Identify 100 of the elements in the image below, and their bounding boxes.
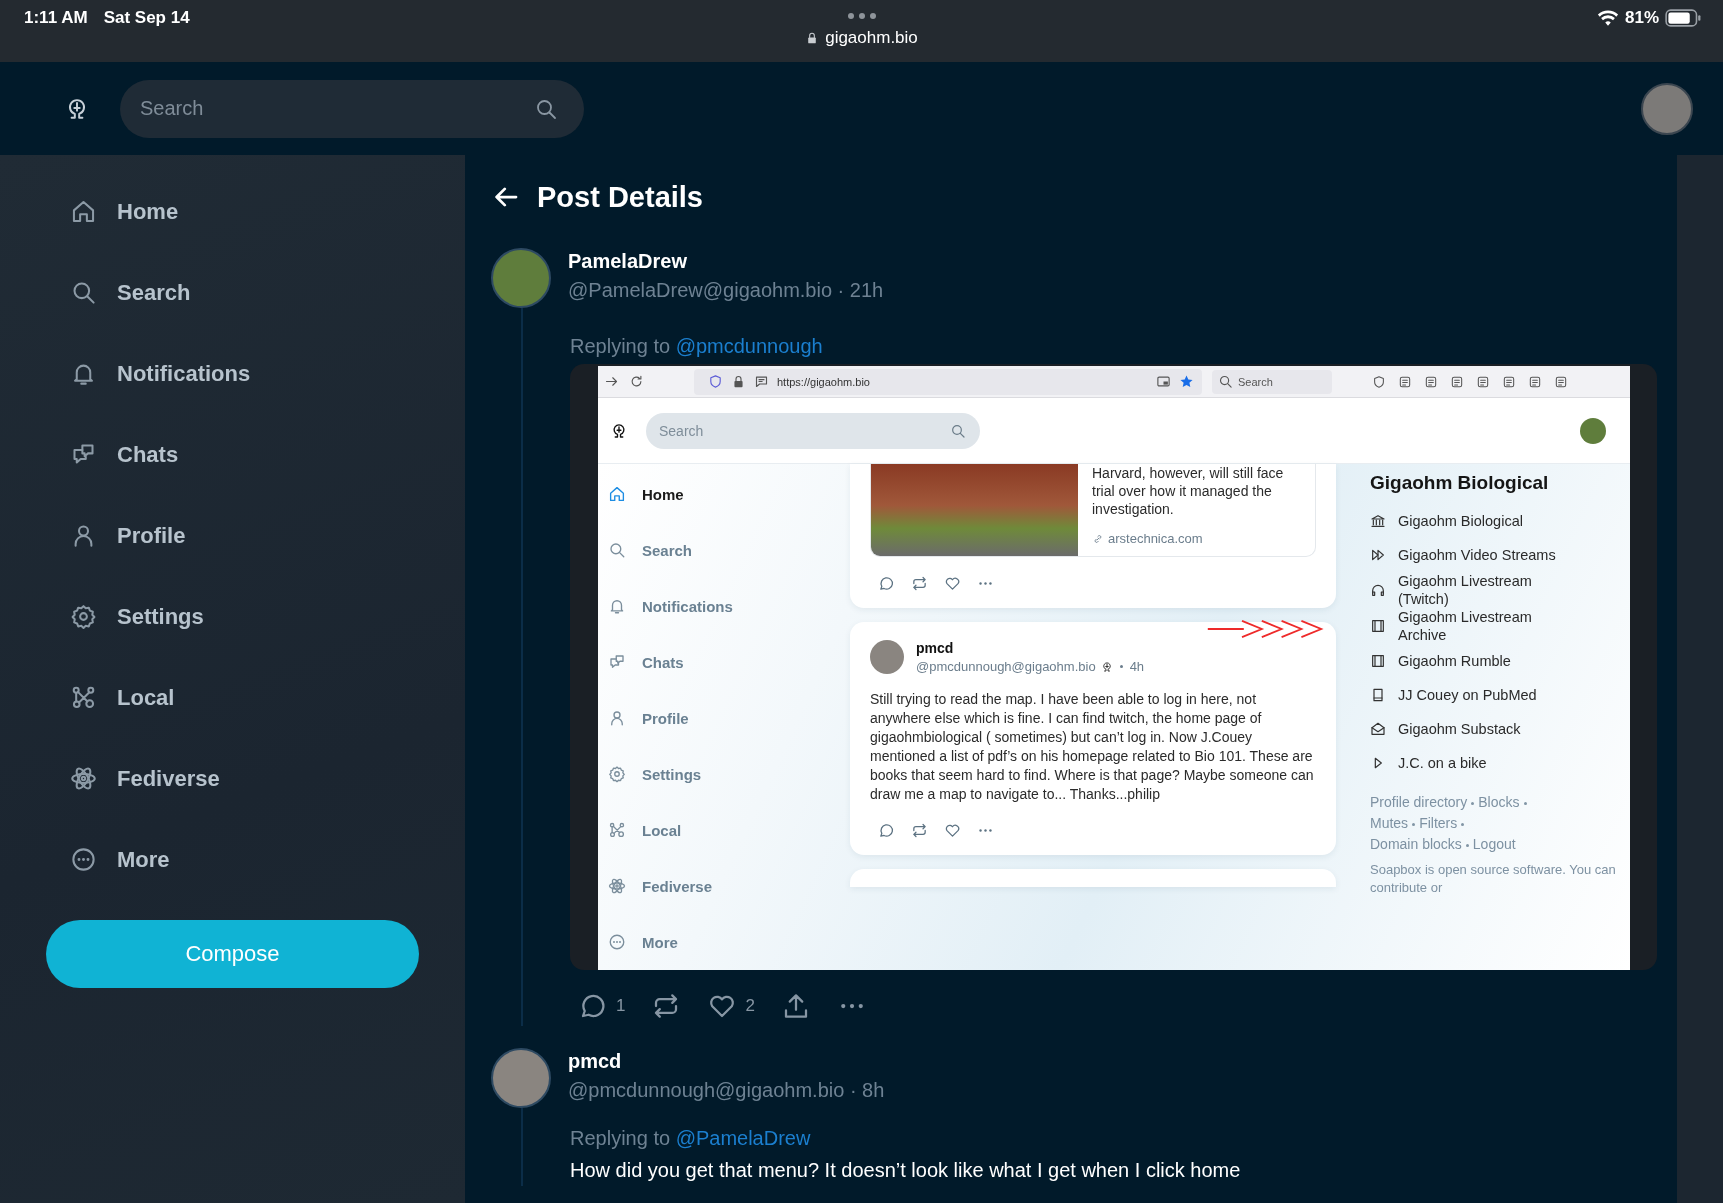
bank-icon <box>1370 513 1386 529</box>
browser-search-field[interactable]: Search <box>1212 369 1332 394</box>
extension-icon[interactable] <box>1450 374 1464 389</box>
nodes-icon <box>70 684 97 711</box>
extension-icon[interactable] <box>1528 374 1542 389</box>
wifi-icon <box>1596 9 1619 27</box>
avatar[interactable] <box>491 248 551 308</box>
atom-icon <box>608 877 626 895</box>
shield-icon[interactable] <box>1372 374 1386 389</box>
book-icon <box>1370 687 1386 703</box>
nodes-icon <box>608 821 626 839</box>
avatar[interactable] <box>1641 82 1693 135</box>
clock-time: 1:11 AM <box>24 8 88 28</box>
nav-item[interactable]: Local <box>598 802 850 858</box>
panel-title: Gigaohm Biological <box>1370 472 1550 494</box>
panel-link[interactable]: Gigaohm Substack <box>1370 712 1620 746</box>
more-icon <box>608 933 626 951</box>
nav-item[interactable]: Notifications <box>598 578 850 634</box>
panel-link[interactable]: Gigaohm Video Streams <box>1370 538 1620 572</box>
lock-icon <box>731 374 746 389</box>
repost-icon[interactable] <box>911 575 928 592</box>
battery-percent: 81% <box>1624 8 1659 28</box>
extension-icon[interactable] <box>1502 374 1516 389</box>
more-icon <box>70 846 97 873</box>
nav-item[interactable]: More <box>598 914 850 970</box>
mention-link[interactable]: @pmcdunnough <box>675 335 823 357</box>
nav-item[interactable]: Fediverse <box>0 738 465 819</box>
address-bar[interactable]: https://gigaohm.bio <box>694 368 1202 395</box>
display-name[interactable]: pmcd <box>916 640 1145 656</box>
home-icon <box>608 485 626 503</box>
nav-item[interactable]: More <box>0 819 465 900</box>
panel-link[interactable]: Gigaohm Livestream Archive <box>1370 608 1620 644</box>
extension-icon[interactable] <box>1424 374 1438 389</box>
nav-item[interactable]: Search <box>598 522 850 578</box>
link-source[interactable]: arstechnica.com <box>1092 531 1305 546</box>
reader-icon <box>754 374 769 389</box>
panel-link[interactable]: J.C. on a bike <box>1370 746 1620 780</box>
panel-link[interactable]: Gigaohm Rumble <box>1370 644 1620 678</box>
mention-link[interactable]: @PamelaDrew <box>675 1127 811 1149</box>
display-name[interactable]: pmcd <box>568 1050 885 1073</box>
avatar[interactable] <box>870 640 904 674</box>
post-text: Still trying to read the map. I have been able to log in here, not anywhere else which is fine. I can find twitch, the home page of gigaohmbiological ( sometimes) but can’t log in. Now J.Couey mentioned a list of pdf’s on his homepage related to Bio 101. These are books that seem hard to find. Where is that page? Maybe someone can draw me a map to navigate to... Thanks...philip <box>870 690 1315 804</box>
nav-item[interactable]: Profile <box>598 690 850 746</box>
nav-item[interactable]: Fediverse <box>598 858 850 914</box>
link-description: Harvard, however, will still face trial over how it managed the investigation. <box>1092 464 1285 518</box>
repost-icon[interactable] <box>911 822 928 839</box>
search-field[interactable]: Search <box>120 79 584 138</box>
username[interactable]: @pmcdunnough@gigaohm.bio · 8h <box>568 1079 885 1102</box>
logo-icon <box>1100 659 1113 674</box>
panel-link[interactable]: Gigaohm Livestream (Twitch) <box>1370 572 1620 608</box>
chat-bubbles-icon <box>608 653 626 671</box>
nav-item[interactable]: Settings <box>0 576 465 657</box>
username[interactable]: @pmcdunnough@gigaohm.bio <box>916 659 1096 674</box>
panel-link[interactable]: Gigaohm Biological <box>1370 504 1620 538</box>
home-icon <box>70 198 97 225</box>
atom-icon <box>70 765 97 792</box>
more-icon[interactable] <box>846 12 877 20</box>
picture-in-picture-icon <box>1156 374 1171 389</box>
nav-item[interactable]: Notifications <box>0 333 465 414</box>
replying-to-text: Replying to @PamelaDrew <box>570 1126 812 1150</box>
link-icon <box>1092 532 1104 545</box>
extension-icon[interactable] <box>1476 374 1490 389</box>
nav-item[interactable]: Chats <box>598 634 850 690</box>
extension-icon[interactable] <box>1398 374 1412 389</box>
comment-icon[interactable] <box>878 575 895 592</box>
reload-icon[interactable] <box>629 374 644 389</box>
nav-item[interactable]: Chats <box>0 414 465 495</box>
search-icon <box>608 541 626 559</box>
panel-link[interactable]: JJ Couey on PubMed <box>1370 678 1620 712</box>
display-name[interactable]: PamelaDrew <box>568 250 884 273</box>
settings-icon <box>70 603 97 630</box>
post-text: How did you get that menu? It doesn’t look like what I get when I click home <box>570 1158 1242 1182</box>
action-button[interactable]: 2 <box>707 991 755 1021</box>
envelope-icon <box>1370 721 1386 737</box>
footer-note: Soapbox is open source software. You can contribute or <box>1370 861 1617 897</box>
address-text[interactable]: gigaohm.bio <box>825 28 918 48</box>
battery-icon <box>1665 9 1701 27</box>
nav-item[interactable]: Search <box>0 252 465 333</box>
action-button[interactable]: 1 <box>578 991 626 1021</box>
comment-icon[interactable] <box>878 822 895 839</box>
shield-icon <box>708 374 723 389</box>
post-time: 4h <box>1129 659 1145 674</box>
nav-item[interactable]: Home <box>0 171 465 252</box>
heart-icon[interactable] <box>944 822 961 839</box>
extension-icon[interactable] <box>1554 374 1568 389</box>
nav-item[interactable]: Local <box>0 657 465 738</box>
nav-item[interactable]: Home <box>598 466 850 522</box>
link-preview-card[interactable]: Harvard, however, will still face trial over how it managed the investigation. arstechnica.com <box>870 464 1316 557</box>
settings-icon <box>608 765 626 783</box>
search-icon <box>1218 374 1233 389</box>
nav-item[interactable]: Settings <box>598 746 850 802</box>
heart-icon[interactable] <box>944 575 961 592</box>
forward-arrow-icon[interactable] <box>604 374 619 389</box>
date-text: Sat Sep 14 <box>103 8 190 28</box>
nav-item[interactable]: Profile <box>0 495 465 576</box>
search-field[interactable]: Search <box>646 412 980 449</box>
avatar[interactable] <box>491 1048 551 1108</box>
star-icon[interactable] <box>1179 374 1194 389</box>
avatar[interactable] <box>1580 417 1606 444</box>
username[interactable]: @PamelaDrew@gigaohm.bio · 21h <box>568 279 884 302</box>
